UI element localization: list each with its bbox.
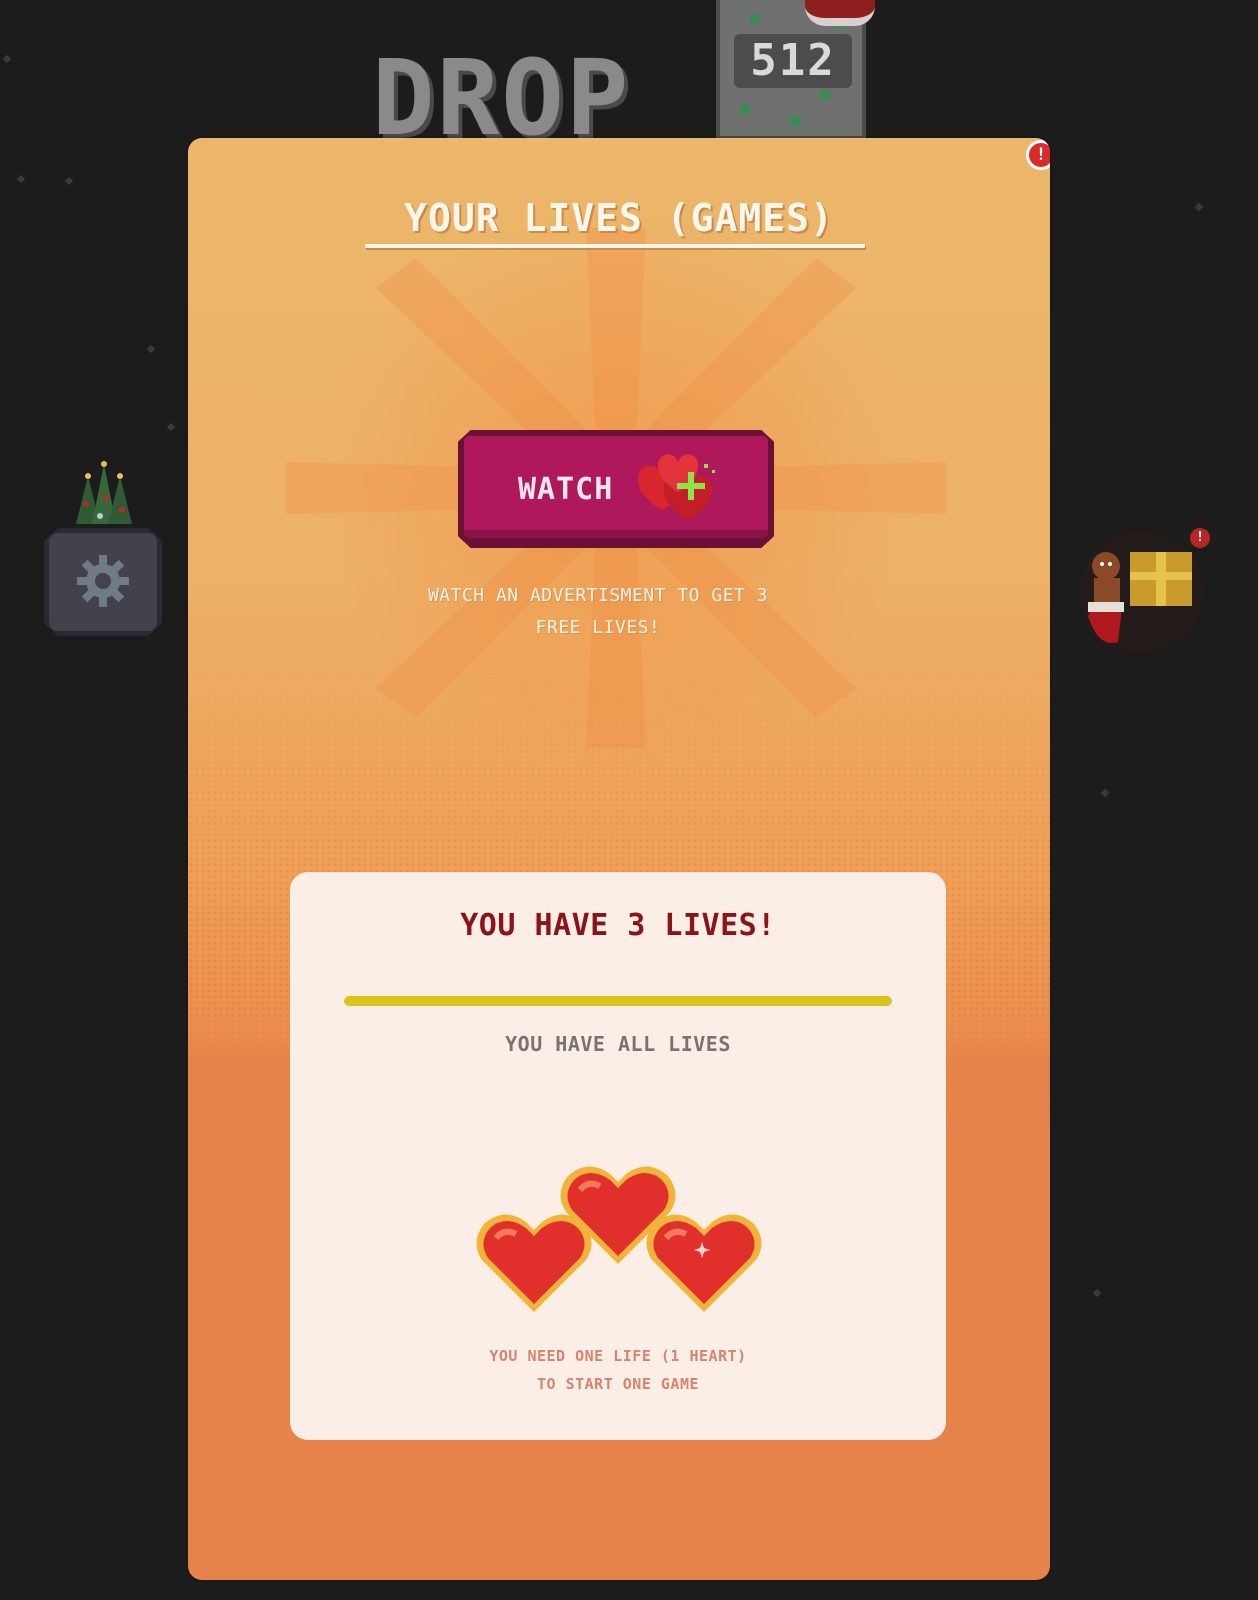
lives-card: YOU HAVE 3 LIVES! YOU HAVE ALL LIVES YOU…: [290, 872, 946, 1440]
notification-badge: !: [1190, 528, 1210, 548]
watch-ad-button[interactable]: WATCH: [460, 432, 772, 542]
lives-status-text: YOU HAVE ALL LIVES: [505, 1032, 731, 1056]
lives-count-text: YOU HAVE 3 LIVES!: [460, 908, 776, 943]
background-star: [146, 344, 156, 354]
background-star: [166, 422, 176, 432]
hearts-plus-icon: [637, 454, 715, 520]
gift-button[interactable]: [1072, 532, 1212, 652]
game-logo: DROP: [372, 37, 631, 159]
christmas-tree-icon: [76, 461, 132, 524]
ad-description: WATCH AN ADVERTISMENT TO GET 3 FREE LIVE…: [378, 580, 818, 644]
hearts-group: [474, 1160, 764, 1320]
background-star: [2, 54, 12, 64]
alert-icon[interactable]: !: [1026, 140, 1050, 170]
gear-icon: [77, 555, 129, 607]
lives-hint: YOU NEED ONE LIFE (1 HEART) TO START ONE…: [290, 1342, 946, 1398]
santa-hat-icon: [805, 0, 875, 26]
lives-hint-line: YOU NEED ONE LIFE (1 HEART): [489, 1347, 747, 1365]
ad-description-line: WATCH AN ADVERTISMENT TO GET 3: [427, 585, 769, 606]
background-star: [1092, 1288, 1102, 1298]
background-star: [16, 174, 26, 184]
background-star: [64, 176, 74, 186]
lives-hint-line: TO START ONE GAME: [536, 1375, 700, 1393]
heart-icon: [646, 1214, 762, 1312]
score-value: 512: [734, 34, 852, 88]
lives-progress-fill: [344, 996, 892, 1006]
background-star: [1194, 202, 1204, 212]
background-star: [1100, 788, 1110, 798]
ad-description-line: FREE LIVES!: [535, 617, 661, 638]
lives-modal: ! YOUR LIVES (GAMES) WATCH WATCH AN ADVE…: [188, 138, 1050, 1580]
title-underline: [365, 244, 865, 248]
game-screen: DROP 512 ! ! YOUR LIVES (GAMES) WATCH WA…: [0, 0, 1258, 1600]
settings-button[interactable]: [44, 528, 162, 636]
lives-progress-bar: [344, 996, 892, 1006]
modal-title: YOUR LIVES (GAMES): [404, 196, 834, 240]
watch-button-label: WATCH: [518, 472, 614, 507]
